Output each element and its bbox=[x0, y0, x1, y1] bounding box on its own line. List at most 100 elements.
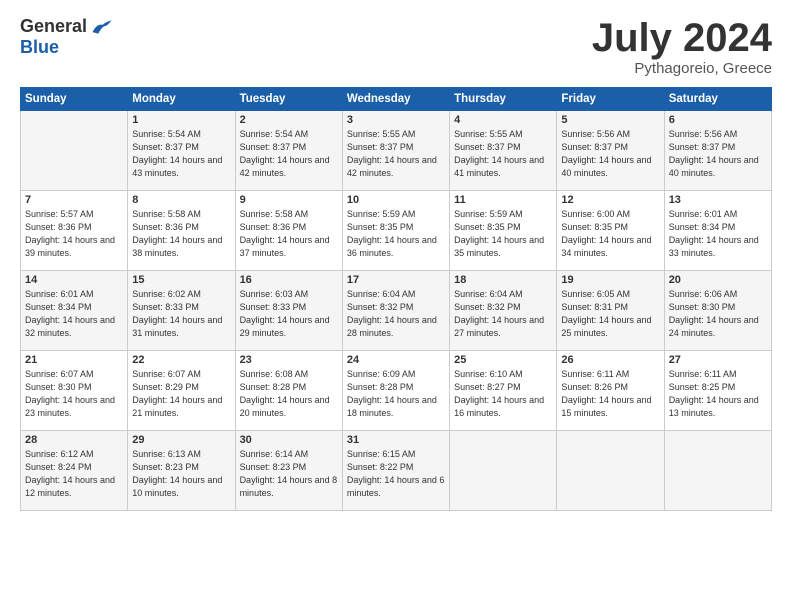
day-number: 14 bbox=[25, 274, 123, 286]
week-row-3: 14 Sunrise: 6:01 AMSunset: 8:34 PMDayligh… bbox=[21, 271, 772, 351]
day-number: 30 bbox=[240, 434, 338, 446]
day-cell: 5 Sunrise: 5:56 AMSunset: 8:37 PMDaylight… bbox=[557, 111, 664, 191]
cell-info: Sunrise: 6:10 AMSunset: 8:27 PMDaylight:… bbox=[454, 368, 552, 420]
day-cell bbox=[450, 431, 557, 511]
day-number: 15 bbox=[132, 274, 230, 286]
cell-info: Sunrise: 6:04 AMSunset: 8:32 PMDaylight:… bbox=[454, 288, 552, 340]
header-thursday: Thursday bbox=[450, 88, 557, 111]
cell-info: Sunrise: 6:11 AMSunset: 8:26 PMDaylight:… bbox=[561, 368, 659, 420]
day-number: 7 bbox=[25, 194, 123, 206]
cell-info: Sunrise: 6:03 AMSunset: 8:33 PMDaylight:… bbox=[240, 288, 338, 340]
day-number: 18 bbox=[454, 274, 552, 286]
week-row-5: 28 Sunrise: 6:12 AMSunset: 8:24 PMDayligh… bbox=[21, 431, 772, 511]
day-number: 6 bbox=[669, 114, 767, 126]
cell-info: Sunrise: 6:08 AMSunset: 8:28 PMDaylight:… bbox=[240, 368, 338, 420]
week-row-4: 21 Sunrise: 6:07 AMSunset: 8:30 PMDayligh… bbox=[21, 351, 772, 431]
cell-info: Sunrise: 6:04 AMSunset: 8:32 PMDaylight:… bbox=[347, 288, 445, 340]
cell-info: Sunrise: 6:11 AMSunset: 8:25 PMDaylight:… bbox=[669, 368, 767, 420]
logo-bird-icon bbox=[91, 18, 113, 36]
day-cell: 13 Sunrise: 6:01 AMSunset: 8:34 PMDayligh… bbox=[664, 191, 771, 271]
cell-info: Sunrise: 5:55 AMSunset: 8:37 PMDaylight:… bbox=[454, 128, 552, 180]
cell-info: Sunrise: 5:56 AMSunset: 8:37 PMDaylight:… bbox=[561, 128, 659, 180]
cell-info: Sunrise: 5:54 AMSunset: 8:37 PMDaylight:… bbox=[132, 128, 230, 180]
day-number: 28 bbox=[25, 434, 123, 446]
day-cell: 16 Sunrise: 6:03 AMSunset: 8:33 PMDayligh… bbox=[235, 271, 342, 351]
page: General Blue July 2024 Pythagoreio, Gree… bbox=[0, 0, 792, 521]
day-number: 23 bbox=[240, 354, 338, 366]
cell-info: Sunrise: 6:05 AMSunset: 8:31 PMDaylight:… bbox=[561, 288, 659, 340]
day-number: 1 bbox=[132, 114, 230, 126]
day-cell: 19 Sunrise: 6:05 AMSunset: 8:31 PMDayligh… bbox=[557, 271, 664, 351]
cell-info: Sunrise: 6:02 AMSunset: 8:33 PMDaylight:… bbox=[132, 288, 230, 340]
cell-info: Sunrise: 5:55 AMSunset: 8:37 PMDaylight:… bbox=[347, 128, 445, 180]
day-cell: 29 Sunrise: 6:13 AMSunset: 8:23 PMDayligh… bbox=[128, 431, 235, 511]
day-cell: 25 Sunrise: 6:10 AMSunset: 8:27 PMDayligh… bbox=[450, 351, 557, 431]
header: General Blue July 2024 Pythagoreio, Gree… bbox=[20, 16, 772, 77]
cell-info: Sunrise: 6:07 AMSunset: 8:29 PMDaylight:… bbox=[132, 368, 230, 420]
day-cell: 3Sunrise: 5:55 AMSunset: 8:37 PMDaylight… bbox=[342, 111, 449, 191]
cell-info: Sunrise: 5:57 AMSunset: 8:36 PMDaylight:… bbox=[25, 208, 123, 260]
day-number: 26 bbox=[561, 354, 659, 366]
day-cell: 1 Sunrise: 5:54 AMSunset: 8:37 PMDaylight… bbox=[128, 111, 235, 191]
week-row-2: 7 Sunrise: 5:57 AMSunset: 8:36 PMDaylight… bbox=[21, 191, 772, 271]
header-saturday: Saturday bbox=[664, 88, 771, 111]
day-number: 4 bbox=[454, 114, 552, 126]
day-cell: 20 Sunrise: 6:06 AMSunset: 8:30 PMDayligh… bbox=[664, 271, 771, 351]
day-cell: 26 Sunrise: 6:11 AMSunset: 8:26 PMDayligh… bbox=[557, 351, 664, 431]
cell-info: Sunrise: 6:00 AMSunset: 8:35 PMDaylight:… bbox=[561, 208, 659, 260]
day-number: 5 bbox=[561, 114, 659, 126]
day-cell: 15 Sunrise: 6:02 AMSunset: 8:33 PMDayligh… bbox=[128, 271, 235, 351]
day-cell: 9Sunrise: 5:58 AMSunset: 8:36 PMDaylight… bbox=[235, 191, 342, 271]
day-cell: 17Sunrise: 6:04 AMSunset: 8:32 PMDayligh… bbox=[342, 271, 449, 351]
day-cell: 28 Sunrise: 6:12 AMSunset: 8:24 PMDayligh… bbox=[21, 431, 128, 511]
cell-info: Sunrise: 5:58 AMSunset: 8:36 PMDaylight:… bbox=[132, 208, 230, 260]
logo-blue-text: Blue bbox=[20, 37, 59, 57]
cell-info: Sunrise: 6:01 AMSunset: 8:34 PMDaylight:… bbox=[25, 288, 123, 340]
calendar-header-row: SundayMondayTuesdayWednesdayThursdayFrid… bbox=[21, 88, 772, 111]
logo-general-text: General bbox=[20, 16, 87, 37]
day-cell bbox=[664, 431, 771, 511]
day-number: 13 bbox=[669, 194, 767, 206]
cell-info: Sunrise: 6:14 AMSunset: 8:23 PMDaylight:… bbox=[240, 448, 338, 500]
day-cell: 6Sunrise: 5:56 AMSunset: 8:37 PMDaylight… bbox=[664, 111, 771, 191]
day-number: 25 bbox=[454, 354, 552, 366]
day-cell: 22 Sunrise: 6:07 AMSunset: 8:29 PMDayligh… bbox=[128, 351, 235, 431]
day-number: 22 bbox=[132, 354, 230, 366]
cell-info: Sunrise: 6:06 AMSunset: 8:30 PMDaylight:… bbox=[669, 288, 767, 340]
cell-info: Sunrise: 6:12 AMSunset: 8:24 PMDaylight:… bbox=[25, 448, 123, 500]
cell-info: Sunrise: 5:54 AMSunset: 8:37 PMDaylight:… bbox=[240, 128, 338, 180]
day-cell: 24Sunrise: 6:09 AMSunset: 8:28 PMDayligh… bbox=[342, 351, 449, 431]
day-number: 29 bbox=[132, 434, 230, 446]
day-cell: 4 Sunrise: 5:55 AMSunset: 8:37 PMDaylight… bbox=[450, 111, 557, 191]
day-number: 19 bbox=[561, 274, 659, 286]
cell-info: Sunrise: 6:01 AMSunset: 8:34 PMDaylight:… bbox=[669, 208, 767, 260]
cell-info: Sunrise: 6:15 AMSunset: 8:22 PMDaylight:… bbox=[347, 448, 445, 500]
week-row-1: 1 Sunrise: 5:54 AMSunset: 8:37 PMDaylight… bbox=[21, 111, 772, 191]
day-cell: 10Sunrise: 5:59 AMSunset: 8:35 PMDayligh… bbox=[342, 191, 449, 271]
day-number: 16 bbox=[240, 274, 338, 286]
day-cell: 14 Sunrise: 6:01 AMSunset: 8:34 PMDayligh… bbox=[21, 271, 128, 351]
day-number: 20 bbox=[669, 274, 767, 286]
day-cell: 12Sunrise: 6:00 AMSunset: 8:35 PMDayligh… bbox=[557, 191, 664, 271]
day-cell: 31 Sunrise: 6:15 AMSunset: 8:22 PMDayligh… bbox=[342, 431, 449, 511]
header-wednesday: Wednesday bbox=[342, 88, 449, 111]
cell-info: Sunrise: 6:13 AMSunset: 8:23 PMDaylight:… bbox=[132, 448, 230, 500]
title-block: July 2024 Pythagoreio, Greece bbox=[592, 16, 772, 77]
day-number: 10 bbox=[347, 194, 445, 206]
day-cell: 21 Sunrise: 6:07 AMSunset: 8:30 PMDayligh… bbox=[21, 351, 128, 431]
day-number: 31 bbox=[347, 434, 445, 446]
header-friday: Friday bbox=[557, 88, 664, 111]
day-number: 2 bbox=[240, 114, 338, 126]
calendar-table: SundayMondayTuesdayWednesdayThursdayFrid… bbox=[20, 87, 772, 511]
cell-info: Sunrise: 6:09 AMSunset: 8:28 PMDaylight:… bbox=[347, 368, 445, 420]
logo: General Blue bbox=[20, 16, 113, 58]
day-cell bbox=[21, 111, 128, 191]
day-number: 27 bbox=[669, 354, 767, 366]
day-number: 9 bbox=[240, 194, 338, 206]
cell-info: Sunrise: 6:07 AMSunset: 8:30 PMDaylight:… bbox=[25, 368, 123, 420]
day-number: 21 bbox=[25, 354, 123, 366]
day-cell: 8Sunrise: 5:58 AMSunset: 8:36 PMDaylight… bbox=[128, 191, 235, 271]
day-cell: 23 Sunrise: 6:08 AMSunset: 8:28 PMDayligh… bbox=[235, 351, 342, 431]
month-title: July 2024 bbox=[592, 16, 772, 60]
header-sunday: Sunday bbox=[21, 88, 128, 111]
